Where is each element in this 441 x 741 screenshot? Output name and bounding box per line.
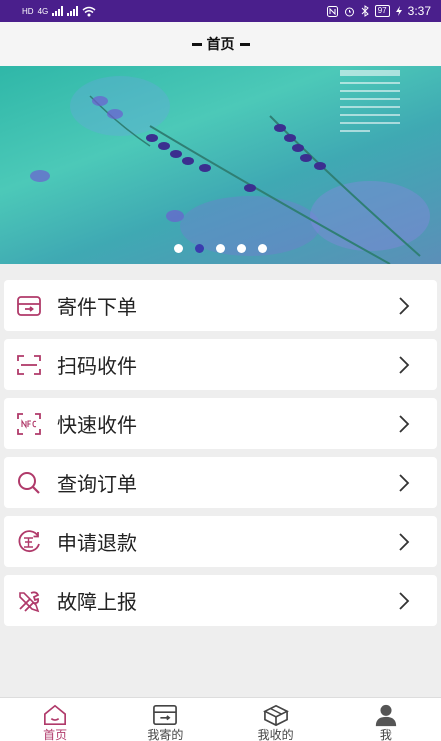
bluetooth-icon [361, 5, 369, 17]
chevron-right-icon [399, 297, 410, 315]
title-dash-left [191, 42, 202, 46]
charging-icon [395, 6, 402, 16]
tab-label: 我 [379, 728, 392, 741]
user-icon [375, 704, 397, 727]
carousel-dot[interactable] [216, 244, 225, 253]
status-bar: HD 4G 97 3:37 [0, 0, 441, 22]
page-title: 首页 [206, 37, 235, 53]
carousel-dots [0, 244, 441, 253]
network-type-a: HD [22, 6, 34, 16]
menu-item-label: 故障上报 [57, 590, 137, 614]
tab-label: 我寄的 [147, 728, 184, 741]
tab-home[interactable]: 首页 [0, 698, 110, 741]
tab-label: 我收的 [257, 728, 294, 741]
menu-item-label: 快速收件 [57, 413, 137, 437]
home-icon [44, 704, 67, 726]
menu-item-query-order[interactable]: 查询订单 [4, 457, 437, 508]
network-indicators: HD 4G [22, 6, 96, 17]
menu-item-fault-report[interactable]: 故障上报 [4, 575, 437, 626]
menu-item-refund[interactable]: 申请退款 [4, 516, 437, 567]
tab-label: 首页 [43, 728, 68, 741]
refund-icon [15, 528, 43, 556]
clock: 3:37 [407, 4, 431, 18]
chevron-right-icon [399, 533, 410, 551]
signal-icon-2 [67, 6, 79, 16]
banner-carousel[interactable] [0, 66, 441, 264]
menu-item-quick-receive[interactable]: 快速收件 [4, 398, 437, 449]
carousel-dot[interactable] [174, 244, 183, 253]
tools-icon [15, 587, 43, 615]
tab-me[interactable]: 我 [331, 698, 441, 741]
title-dash-right [239, 42, 250, 46]
chevron-right-icon [399, 592, 410, 610]
carousel-dot-active[interactable] [195, 244, 204, 253]
package-icon [262, 704, 289, 727]
chevron-right-icon [399, 474, 410, 492]
nfc-icon [15, 410, 43, 438]
menu-item-label: 寄件下单 [57, 295, 137, 319]
search-icon [15, 469, 43, 497]
menu-item-label: 申请退款 [57, 531, 137, 555]
send-package-icon [15, 292, 43, 320]
chevron-right-icon [399, 356, 410, 374]
outbox-icon [153, 704, 178, 726]
tab-my-sent[interactable]: 我寄的 [110, 698, 220, 741]
alarm-icon [344, 7, 354, 16]
scan-icon [15, 351, 43, 379]
nfc-status-icon [326, 5, 338, 17]
menu-item-label: 扫码收件 [57, 354, 137, 378]
app-header: 首页 [0, 22, 441, 66]
signal-icon [52, 6, 64, 16]
menu-item-scan-receive[interactable]: 扫码收件 [4, 339, 437, 390]
status-right: 97 3:37 [326, 4, 431, 18]
battery-indicator: 97 [374, 5, 390, 17]
chevron-right-icon [399, 415, 410, 433]
menu-item-label: 查询订单 [57, 472, 137, 496]
carousel-dot[interactable] [237, 244, 246, 253]
banner-image [30, 70, 430, 264]
carousel-dot[interactable] [258, 244, 267, 253]
wifi-icon [82, 6, 96, 16]
network-type-b: 4G [37, 6, 49, 16]
tab-my-received[interactable]: 我收的 [221, 698, 331, 741]
menu-item-send-order[interactable]: 寄件下单 [4, 280, 437, 331]
bottom-tab-bar: 首页 我寄的 我收的 我 [0, 697, 441, 741]
function-menu: 寄件下单 扫码收件 快速收件 查询订单 申请退款 故障上报 [4, 280, 437, 634]
